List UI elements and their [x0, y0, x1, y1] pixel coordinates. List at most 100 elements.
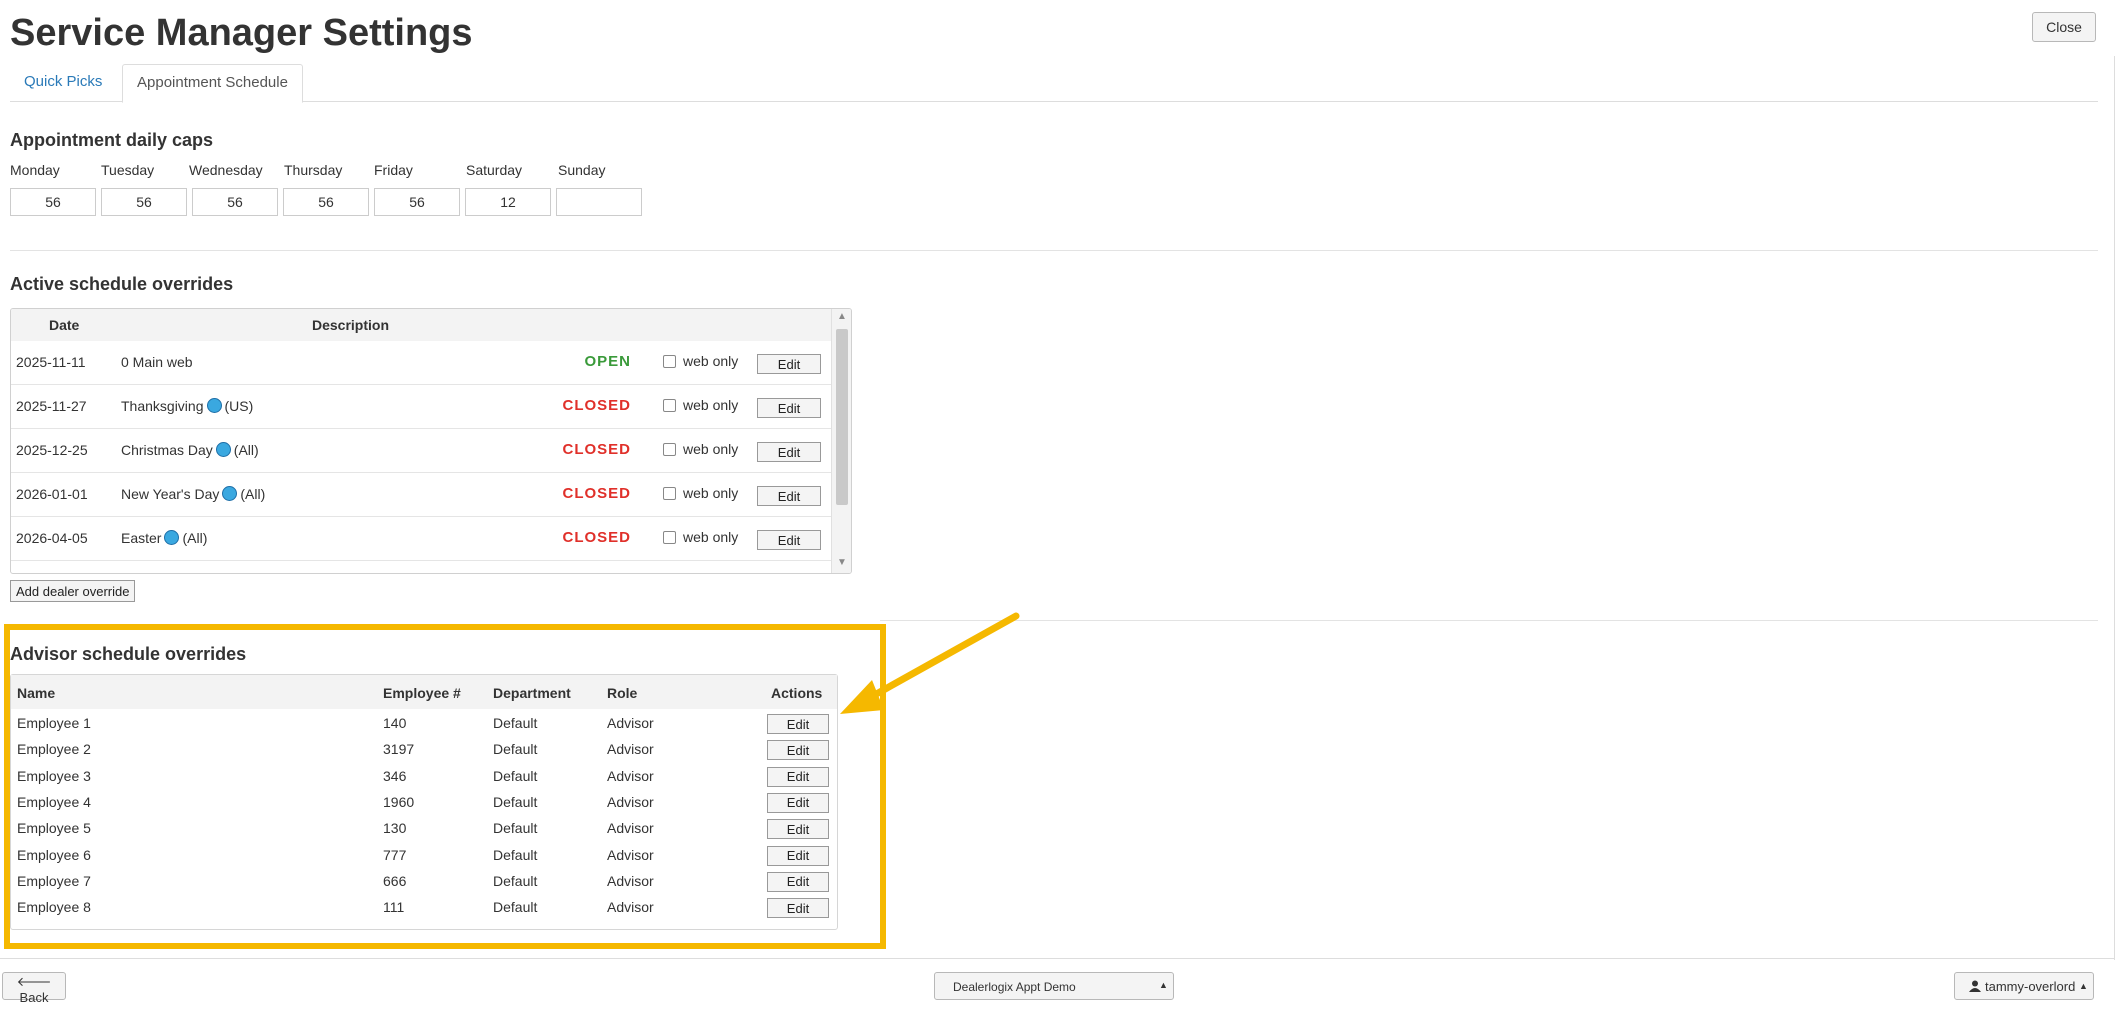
edit-button[interactable]: Edit	[767, 898, 829, 919]
cap-input-saturday[interactable]	[465, 188, 551, 216]
user-icon	[1969, 980, 1981, 995]
employee-role: Advisor	[607, 899, 654, 916]
cap-input-sunday[interactable]	[556, 188, 642, 216]
close-button[interactable]: Close	[2032, 12, 2096, 42]
table-row: Employee 4 1960 Default Advisor Edit	[11, 790, 837, 816]
cap-input-tuesday[interactable]	[101, 188, 187, 216]
edit-button[interactable]: Edit	[767, 845, 829, 866]
web-only-label: web only	[683, 441, 739, 457]
scroll-up-icon[interactable]: ▲	[837, 311, 847, 322]
web-only-checkbox[interactable]	[663, 443, 676, 456]
dealer-select[interactable]: Dealerlogix Appt Demo ▲	[934, 972, 1174, 1000]
back-button[interactable]: 🡐 Back	[2, 972, 66, 1005]
tab-quick-picks[interactable]: Quick Picks	[10, 64, 116, 100]
override-description: Christmas Day (All)	[121, 442, 259, 458]
web-only-checkbox[interactable]	[663, 487, 676, 500]
table-header: Name Employee # Department Role Actions	[11, 675, 837, 709]
back-label: Back	[19, 990, 49, 1005]
employee-name: Employee 4	[17, 793, 91, 810]
employee-number: 666	[383, 872, 407, 889]
web-only-checkbox[interactable]	[663, 399, 676, 412]
add-dealer-override-button[interactable]: Add dealer override	[10, 580, 136, 602]
override-date: 2025-12-25	[16, 442, 88, 458]
employee-number: 3197	[383, 741, 415, 758]
override-name: Easter	[121, 530, 162, 546]
table-row: Employee 2 3197 Default Advisor Edit	[11, 737, 837, 763]
active-overrides-title: Active schedule overrides	[10, 274, 234, 294]
override-date: 2025-11-11	[16, 354, 86, 370]
override-scope: (All)	[182, 530, 208, 546]
employee-number: 346	[383, 767, 407, 784]
employee-number: 1960	[383, 793, 415, 810]
footer-divider	[0, 958, 2114, 959]
scrollbar[interactable]: ▲ ▼	[831, 309, 851, 573]
column-header-role: Role	[607, 685, 638, 701]
edit-button[interactable]: Edit	[767, 871, 829, 892]
employee-role: Advisor	[607, 820, 654, 837]
edit-button[interactable]: Edit	[767, 766, 829, 787]
edit-button[interactable]: Edit	[767, 740, 829, 761]
edit-button[interactable]: Edit	[767, 819, 829, 840]
advisor-overrides-table: Name Employee # Department Role Actions …	[10, 674, 838, 930]
override-date: 2025-11-27	[16, 398, 87, 414]
table-row: Employee 6 777 Default Advisor Edit	[11, 843, 837, 869]
scrollbar-thumb[interactable]	[836, 329, 848, 505]
table-row: Employee 3 346 Default Advisor Edit	[11, 764, 837, 790]
tab-appointment-schedule[interactable]: Appointment Schedule	[122, 64, 303, 103]
edit-button[interactable]: Edit	[757, 486, 821, 506]
table-row: Employee 8 111 Default Advisor Edit	[11, 895, 837, 921]
status-badge: OPEN	[584, 353, 631, 370]
arrow-left-icon: 🡐	[16, 974, 52, 989]
employee-number: 130	[383, 820, 407, 837]
table-header: Date Description	[11, 309, 831, 341]
override-name: 0 Main web	[121, 354, 193, 370]
dealer-select-label: Dealerlogix Appt Demo	[953, 980, 1076, 994]
employee-number: 777	[383, 846, 407, 863]
edit-button[interactable]: Edit	[757, 530, 821, 550]
edit-button[interactable]: Edit	[767, 792, 829, 813]
edit-button[interactable]: Edit	[757, 442, 821, 462]
table-row: Employee 5 130 Default Advisor Edit	[11, 816, 837, 842]
web-only-checkbox[interactable]	[663, 531, 676, 544]
cap-input-wednesday[interactable]	[192, 188, 278, 216]
scroll-down-icon[interactable]: ▼	[837, 557, 847, 568]
table-row: Employee 1 140 Default Advisor Edit	[11, 711, 837, 737]
edit-button[interactable]: Edit	[757, 398, 821, 418]
cap-input-monday[interactable]	[10, 188, 96, 216]
caret-up-icon: ▲	[2079, 981, 2088, 991]
user-menu-button[interactable]: tammy-overlord ▲	[1954, 972, 2094, 1000]
edit-button[interactable]: Edit	[767, 714, 829, 734]
column-header-date: Date	[49, 317, 80, 333]
edit-button[interactable]: Edit	[757, 354, 821, 374]
cap-label-thursday: Thursday	[284, 162, 343, 178]
caret-up-icon: ▲	[1159, 980, 1168, 990]
cap-input-friday[interactable]	[374, 188, 460, 216]
column-header-employee-no: Employee #	[383, 685, 461, 701]
override-description: Easter (All)	[121, 530, 207, 546]
employee-role: Advisor	[607, 741, 654, 758]
cap-label-monday: Monday	[10, 162, 60, 178]
cap-label-friday: Friday	[374, 162, 413, 178]
employee-role: Advisor	[607, 767, 654, 784]
employee-number: 140	[383, 715, 407, 731]
employee-name: Employee 8	[17, 899, 91, 916]
cap-label-saturday: Saturday	[466, 162, 523, 178]
status-badge: CLOSED	[562, 441, 631, 458]
globe-icon	[206, 398, 222, 413]
cap-input-thursday[interactable]	[283, 188, 369, 216]
employee-name: Employee 1	[17, 715, 91, 731]
cap-label-tuesday: Tuesday	[101, 162, 155, 178]
employee-name: Employee 7	[17, 872, 91, 889]
cap-label-wednesday: Wednesday	[189, 162, 263, 178]
employee-role: Advisor	[607, 872, 654, 889]
employee-department: Default	[493, 793, 538, 810]
override-name: Christmas Day	[121, 442, 213, 458]
globe-icon	[164, 530, 180, 545]
employee-role: Advisor	[607, 793, 654, 810]
employee-department: Default	[493, 715, 538, 731]
status-badge: CLOSED	[562, 397, 631, 414]
column-header-description: Description	[312, 317, 390, 333]
divider	[880, 620, 2098, 621]
web-only-checkbox[interactable]	[663, 355, 676, 368]
status-badge: CLOSED	[562, 485, 631, 502]
